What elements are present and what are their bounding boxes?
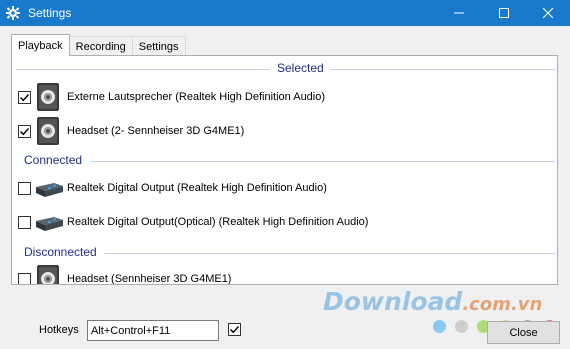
maximize-icon xyxy=(499,8,509,18)
device-label: Headset (Sennheiser 3D G4ME1) xyxy=(67,273,232,284)
hotkeys-checkbox[interactable] xyxy=(228,323,241,336)
group-title: Selected xyxy=(277,61,324,75)
close-icon xyxy=(543,8,553,18)
device-checkbox[interactable] xyxy=(18,124,31,138)
checkmark-icon xyxy=(230,326,240,334)
digital-output-icon xyxy=(34,207,64,237)
speaker-icon xyxy=(34,264,64,284)
device-checkbox[interactable] xyxy=(18,215,31,229)
hotkeys-input[interactable] xyxy=(87,320,219,341)
watermark-text: Download xyxy=(323,287,463,316)
device-item[interactable]: Realtek Digital Output (Realtek High Def… xyxy=(12,173,557,203)
tab-playback[interactable]: Playback xyxy=(11,34,70,56)
title-bar: Settings xyxy=(0,0,570,26)
maximize-button[interactable] xyxy=(482,0,526,26)
hotkeys-label: Hotkeys xyxy=(39,324,79,336)
tab-label: Settings xyxy=(138,40,179,53)
checkmark-icon xyxy=(20,127,30,135)
device-list[interactable]: Selected Externe Lautsprecher (Realtek H… xyxy=(12,56,557,284)
device-checkbox[interactable] xyxy=(18,181,31,195)
device-checkbox[interactable] xyxy=(18,90,31,104)
playback-panel: Selected Externe Lautsprecher (Realtek H… xyxy=(11,55,558,285)
watermark-tld: .com.vn xyxy=(462,294,543,315)
device-item[interactable]: Headset (2- Sennheiser 3D G4ME1) xyxy=(12,116,557,146)
group-divider xyxy=(330,69,555,70)
device-item[interactable]: Externe Lautsprecher (Realtek High Defin… xyxy=(12,82,557,112)
watermark-dot xyxy=(455,320,468,333)
digital-output-icon xyxy=(34,173,64,203)
device-label: Realtek Digital Output(Optical) (Realtek… xyxy=(67,216,369,228)
watermark-dot xyxy=(433,320,446,333)
tab-settings[interactable]: Settings xyxy=(131,36,186,56)
device-label: Externe Lautsprecher (Realtek High Defin… xyxy=(67,91,326,103)
device-label: Headset (2- Sennheiser 3D G4ME1) xyxy=(67,125,245,137)
close-window-button[interactable] xyxy=(526,0,570,26)
device-checkbox[interactable] xyxy=(18,272,31,284)
gear-icon xyxy=(0,0,26,26)
group-header-selected: Selected xyxy=(12,61,557,77)
watermark-logo: Download.com.vn xyxy=(323,287,542,316)
device-label: Realtek Digital Output (Realtek High Def… xyxy=(67,182,327,194)
minimize-button[interactable] xyxy=(437,0,481,26)
group-divider xyxy=(104,253,555,254)
tab-recording[interactable]: Recording xyxy=(68,36,133,56)
speaker-icon xyxy=(34,82,64,112)
group-title: Connected xyxy=(24,153,83,167)
tab-bar: Playback Recording Settings xyxy=(11,34,186,56)
minimize-icon xyxy=(454,12,464,14)
group-header-connected: Connected xyxy=(12,153,557,169)
group-header-disconnected: Disconnected xyxy=(12,245,557,261)
tab-label: Playback xyxy=(18,39,63,52)
window-title: Settings xyxy=(28,6,72,20)
close-button[interactable]: Close xyxy=(487,321,560,344)
group-divider xyxy=(16,69,270,70)
device-item[interactable]: Headset (Sennheiser 3D G4ME1) xyxy=(12,264,557,284)
device-item[interactable]: Realtek Digital Output(Optical) (Realtek… xyxy=(12,207,557,237)
speaker-icon xyxy=(34,116,64,146)
group-divider xyxy=(90,161,555,162)
group-title: Disconnected xyxy=(24,245,97,259)
checkmark-icon xyxy=(20,93,30,101)
tab-label: Recording xyxy=(75,40,126,53)
